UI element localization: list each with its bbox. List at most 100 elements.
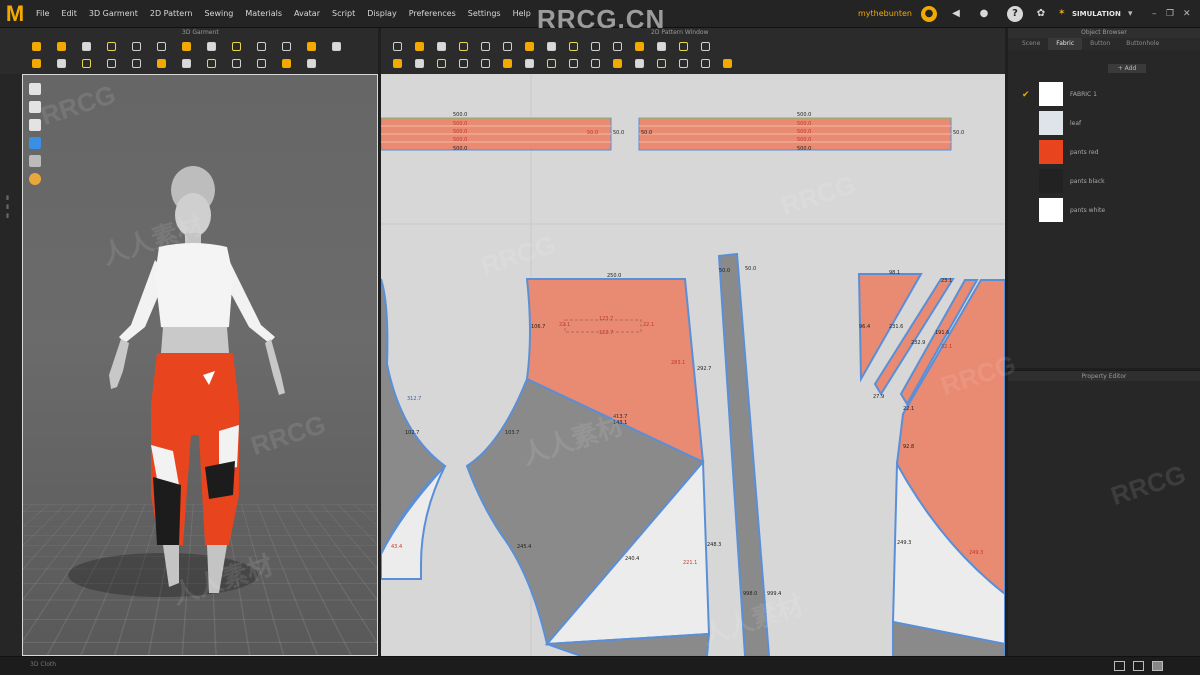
tool-icon[interactable]	[679, 59, 688, 68]
fabric-item[interactable]: pants red	[1022, 140, 1192, 166]
tab-scene[interactable]: Scene	[1014, 38, 1048, 50]
tool-icon[interactable]	[182, 59, 191, 68]
menu-item-avatar[interactable]: Avatar	[288, 0, 326, 28]
tool-icon[interactable]	[635, 42, 644, 51]
tool-icon[interactable]	[132, 42, 141, 51]
avatar-figure[interactable]	[23, 75, 378, 656]
pattern-window-2d[interactable]: 500.0 500.0 500.0 500.0 500.0 50.0 50.0 …	[381, 74, 1005, 656]
tool-icon[interactable]	[207, 59, 216, 68]
settings-icon[interactable]: ✿	[1033, 6, 1049, 22]
simulation-mode-dropdown[interactable]: SIMULATION	[1072, 10, 1121, 18]
tool-icon[interactable]	[82, 59, 91, 68]
tool-icon[interactable]	[232, 42, 241, 51]
menu-item-file[interactable]: File	[30, 0, 55, 28]
tool-icon[interactable]	[525, 42, 534, 51]
tool-icon[interactable]	[547, 59, 556, 68]
fabric-item[interactable]: ✔ FABRIC 1	[1022, 82, 1192, 108]
tool-icon[interactable]	[613, 42, 622, 51]
menu-item-edit[interactable]: Edit	[55, 0, 83, 28]
tool-icon[interactable]	[57, 59, 66, 68]
menu-item-sewing[interactable]: Sewing	[198, 0, 239, 28]
menu-item-script[interactable]: Script	[326, 0, 361, 28]
tool-icon[interactable]	[282, 59, 291, 68]
tool-icon[interactable]	[503, 42, 512, 51]
tool-icon[interactable]	[157, 42, 166, 51]
tool-icon[interactable]	[107, 42, 116, 51]
tab-fabric[interactable]: Fabric	[1048, 38, 1083, 50]
tool-icon[interactable]	[525, 59, 534, 68]
tool-icon[interactable]	[701, 59, 710, 68]
menu-item-2d-pattern[interactable]: 2D Pattern	[144, 0, 199, 28]
tool-icon[interactable]	[503, 59, 512, 68]
tool-icon[interactable]	[679, 42, 688, 51]
fabric-item[interactable]: pants white	[1022, 198, 1192, 224]
tool-icon[interactable]	[481, 42, 490, 51]
tool-icon[interactable]	[207, 42, 216, 51]
tool-icon[interactable]	[57, 42, 66, 51]
tab-buttonhole[interactable]: Buttonhole	[1118, 38, 1167, 50]
tool-icon[interactable]	[107, 59, 116, 68]
fabric-swatch[interactable]	[1039, 82, 1063, 106]
tool-icon[interactable]	[459, 59, 468, 68]
fabric-swatch[interactable]	[1039, 198, 1063, 222]
tool-icon[interactable]	[232, 59, 241, 68]
close-icon[interactable]: ✕	[1183, 9, 1191, 19]
tool-icon[interactable]	[257, 59, 266, 68]
viewport-3d[interactable]	[22, 74, 378, 656]
fabric-swatch[interactable]	[1039, 140, 1063, 164]
tab-button[interactable]: Button	[1082, 38, 1118, 50]
waistband-right[interactable]	[638, 117, 952, 151]
tool-icon[interactable]	[82, 42, 91, 51]
tool-icon[interactable]	[157, 59, 166, 68]
record-icon[interactable]: ●	[921, 6, 937, 22]
tool-icon[interactable]	[591, 59, 600, 68]
tool-icon[interactable]	[415, 42, 424, 51]
tool-icon[interactable]	[307, 59, 316, 68]
layout-split-icon[interactable]	[1133, 661, 1144, 671]
add-fabric-button[interactable]: + Add	[1108, 64, 1146, 73]
tool-icon[interactable]	[723, 59, 732, 68]
menu-item-materials[interactable]: Materials	[239, 0, 288, 28]
tool-icon[interactable]	[393, 42, 402, 51]
restore-icon[interactable]: ❐	[1166, 9, 1174, 19]
menu-item-3d-garment[interactable]: 3D Garment	[83, 0, 144, 28]
pattern-canvas[interactable]: 500.0 500.0 500.0 500.0 500.0 50.0 50.0 …	[381, 74, 1005, 656]
fabric-swatch[interactable]	[1039, 169, 1063, 193]
tool-icon[interactable]	[657, 59, 666, 68]
tool-icon[interactable]	[307, 42, 316, 51]
tool-icon[interactable]	[613, 59, 622, 68]
fabric-swatch[interactable]	[1039, 111, 1063, 135]
tool-icon[interactable]	[459, 42, 468, 51]
help-icon[interactable]: ?	[1007, 6, 1023, 22]
tool-icon[interactable]	[547, 42, 556, 51]
user-name[interactable]: mythebunten	[858, 9, 912, 18]
layout-dual-icon[interactable]	[1152, 661, 1163, 671]
tool-icon[interactable]	[701, 42, 710, 51]
tool-icon[interactable]	[332, 42, 341, 51]
tool-icon[interactable]	[393, 59, 402, 68]
chevron-down-icon[interactable]: ▾	[1128, 9, 1133, 19]
tool-icon[interactable]	[591, 42, 600, 51]
waistband-left[interactable]	[381, 117, 612, 151]
tool-icon[interactable]	[282, 42, 291, 51]
menu-item-preferences[interactable]: Preferences	[403, 0, 462, 28]
tool-icon[interactable]	[415, 59, 424, 68]
tool-icon[interactable]	[182, 42, 191, 51]
speaker-icon[interactable]: ◀	[948, 6, 964, 22]
tool-icon[interactable]	[32, 59, 41, 68]
tool-icon[interactable]	[132, 59, 141, 68]
tool-icon[interactable]	[569, 42, 578, 51]
tool-icon[interactable]	[569, 59, 578, 68]
tool-icon[interactable]	[437, 59, 446, 68]
menu-item-help[interactable]: Help	[507, 0, 537, 28]
menu-item-display[interactable]: Display	[361, 0, 403, 28]
menu-item-settings[interactable]: Settings	[462, 0, 507, 28]
tool-icon[interactable]	[635, 59, 644, 68]
fabric-item[interactable]: leaf	[1022, 111, 1192, 137]
tool-icon[interactable]	[437, 42, 446, 51]
fabric-item[interactable]: pants black	[1022, 169, 1192, 195]
tool-icon[interactable]	[481, 59, 490, 68]
tool-icon[interactable]	[32, 42, 41, 51]
minimize-icon[interactable]: –	[1152, 9, 1157, 19]
tool-icon[interactable]	[657, 42, 666, 51]
